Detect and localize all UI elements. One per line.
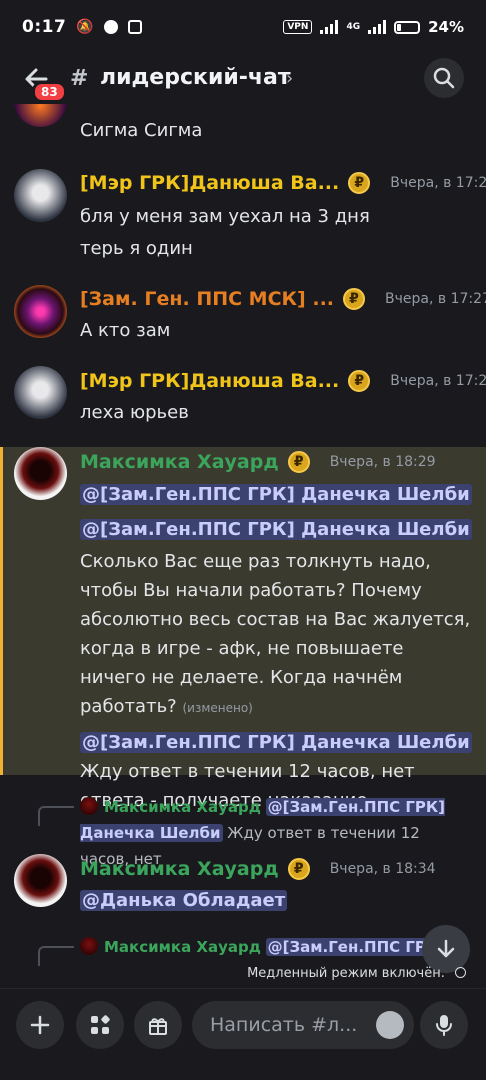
ruble-coin-icon: ₽ [348,172,371,194]
status-time: 0:17 [22,17,67,37]
unread-badge: 83 [32,81,67,103]
avatar[interactable] [14,104,67,127]
notification-dot-icon [103,20,118,34]
author-name[interactable]: [Мэр ГРК]Данюша Ва... [80,370,339,392]
search-button[interactable] [424,58,464,98]
message-text: @Данька Обладает [80,886,472,915]
voice-button[interactable] [420,1001,468,1049]
timestamp: Вчера, в 17:27 [385,291,486,307]
ruble-coin-icon: ₽ [287,858,310,880]
clock-icon [455,967,466,978]
battery-level: 24% [428,18,464,36]
signal-icon-2 [368,20,387,34]
mic-icon [436,1015,452,1036]
message-line: бля у меня зам уехал на 3 дня [80,206,370,227]
message-composer: Написать #л... [0,988,486,1080]
message-input-placeholder: Написать #л... [210,1014,358,1036]
reply-avatar [80,937,98,955]
chevron-right-icon[interactable]: › [286,68,293,89]
timestamp: Вчера, в 17:25 [390,175,486,191]
slowmode-text: Медленный режим включён. [247,966,445,981]
ruble-coin-icon: ₽ [343,288,366,310]
edited-label: (изменено) [182,701,253,715]
ruble-coin-icon: ₽ [287,451,310,473]
avatar[interactable] [14,447,67,500]
battery-icon [394,20,421,34]
reply-avatar [80,797,98,815]
author-name[interactable]: Максимка Хауард [80,858,279,880]
user-mention: @[Зам.Ген.ППС ГРК] [265,938,448,956]
message-text: леха юрьев [80,402,189,423]
author-name[interactable]: Максимка Хауард [80,451,279,473]
arrow-down-icon [437,939,455,958]
timestamp: Вчера, в 18:34 [329,861,436,877]
timestamp: Вчера, в 17:28 [390,373,486,389]
message-input[interactable]: Написать #л... [192,1001,414,1049]
reply-connector [38,946,74,966]
message-text: Сигма Сигма [80,120,203,141]
avatar[interactable] [14,285,67,338]
message-text: @[Зам.Ген.ППС ГРК] Данечка Шелби @[Зам.Г… [80,480,472,815]
user-mention[interactable]: @[Зам.Ген.ППС ГРК] Данечка Шелби [80,519,472,540]
message-feed[interactable]: Сигма Сигма [Мэр ГРК]Данюша Ва... ₽ Вчер… [0,104,486,984]
message-text: А кто зам [80,320,171,341]
user-mention[interactable]: @[Зам.Ген.ППС ГРК] Данечка Шелби [80,484,472,505]
message-line: терь я один [80,238,193,259]
user-mention[interactable]: @[Зам.Ген.ППС ГРК] Данечка Шелби [80,732,472,753]
timestamp: Вчера, в 18:29 [329,454,436,470]
attach-button[interactable] [16,1001,64,1049]
channel-title[interactable]: лидерский-чат [100,65,291,90]
apps-icon [91,1015,110,1034]
hashtag-icon: # [70,66,89,91]
status-bar: 0:17 🔕 VPN 4G 24% [0,0,486,54]
reply-author: Максимка Хауард [104,798,261,816]
channel-header: 83 # лидерский-чат › [0,54,486,104]
slowmode-notice: Медленный режим включён. [247,966,466,981]
vpn-icon: VPN [283,20,313,34]
mute-icon: 🔕 [76,19,94,35]
gift-button[interactable] [134,1001,182,1049]
author-name[interactable]: [Мэр ГРК]Данюша Ва... [80,172,339,194]
avatar[interactable] [14,366,67,419]
message-text: бля у меня зам уехал на 3 дня терь я оди… [80,202,472,263]
message-body: Сколько Вас еще раз толкнуть надо, чтобы… [80,551,471,717]
signal-icon [320,20,339,34]
user-mention[interactable]: @Данька Обладает [80,890,288,911]
reply-author: Максимка Хауард [104,938,261,956]
gift-icon [149,1018,167,1035]
avatar[interactable] [14,169,67,222]
ruble-coin-icon: ₽ [348,370,371,392]
search-icon [433,67,455,89]
emoji-icon[interactable] [376,1011,404,1039]
author-name[interactable]: [Зам. Ген. ППС МСК] ... [80,288,334,310]
network-type: 4G [346,22,361,32]
avatar[interactable] [14,854,67,907]
plus-icon [30,1015,50,1035]
reply-preview[interactable]: Максимка Хауард @[Зам.Ген.ППС ГРК] [80,934,472,960]
reply-connector [38,806,74,826]
apps-button[interactable] [76,1001,124,1049]
upload-icon [127,20,142,34]
